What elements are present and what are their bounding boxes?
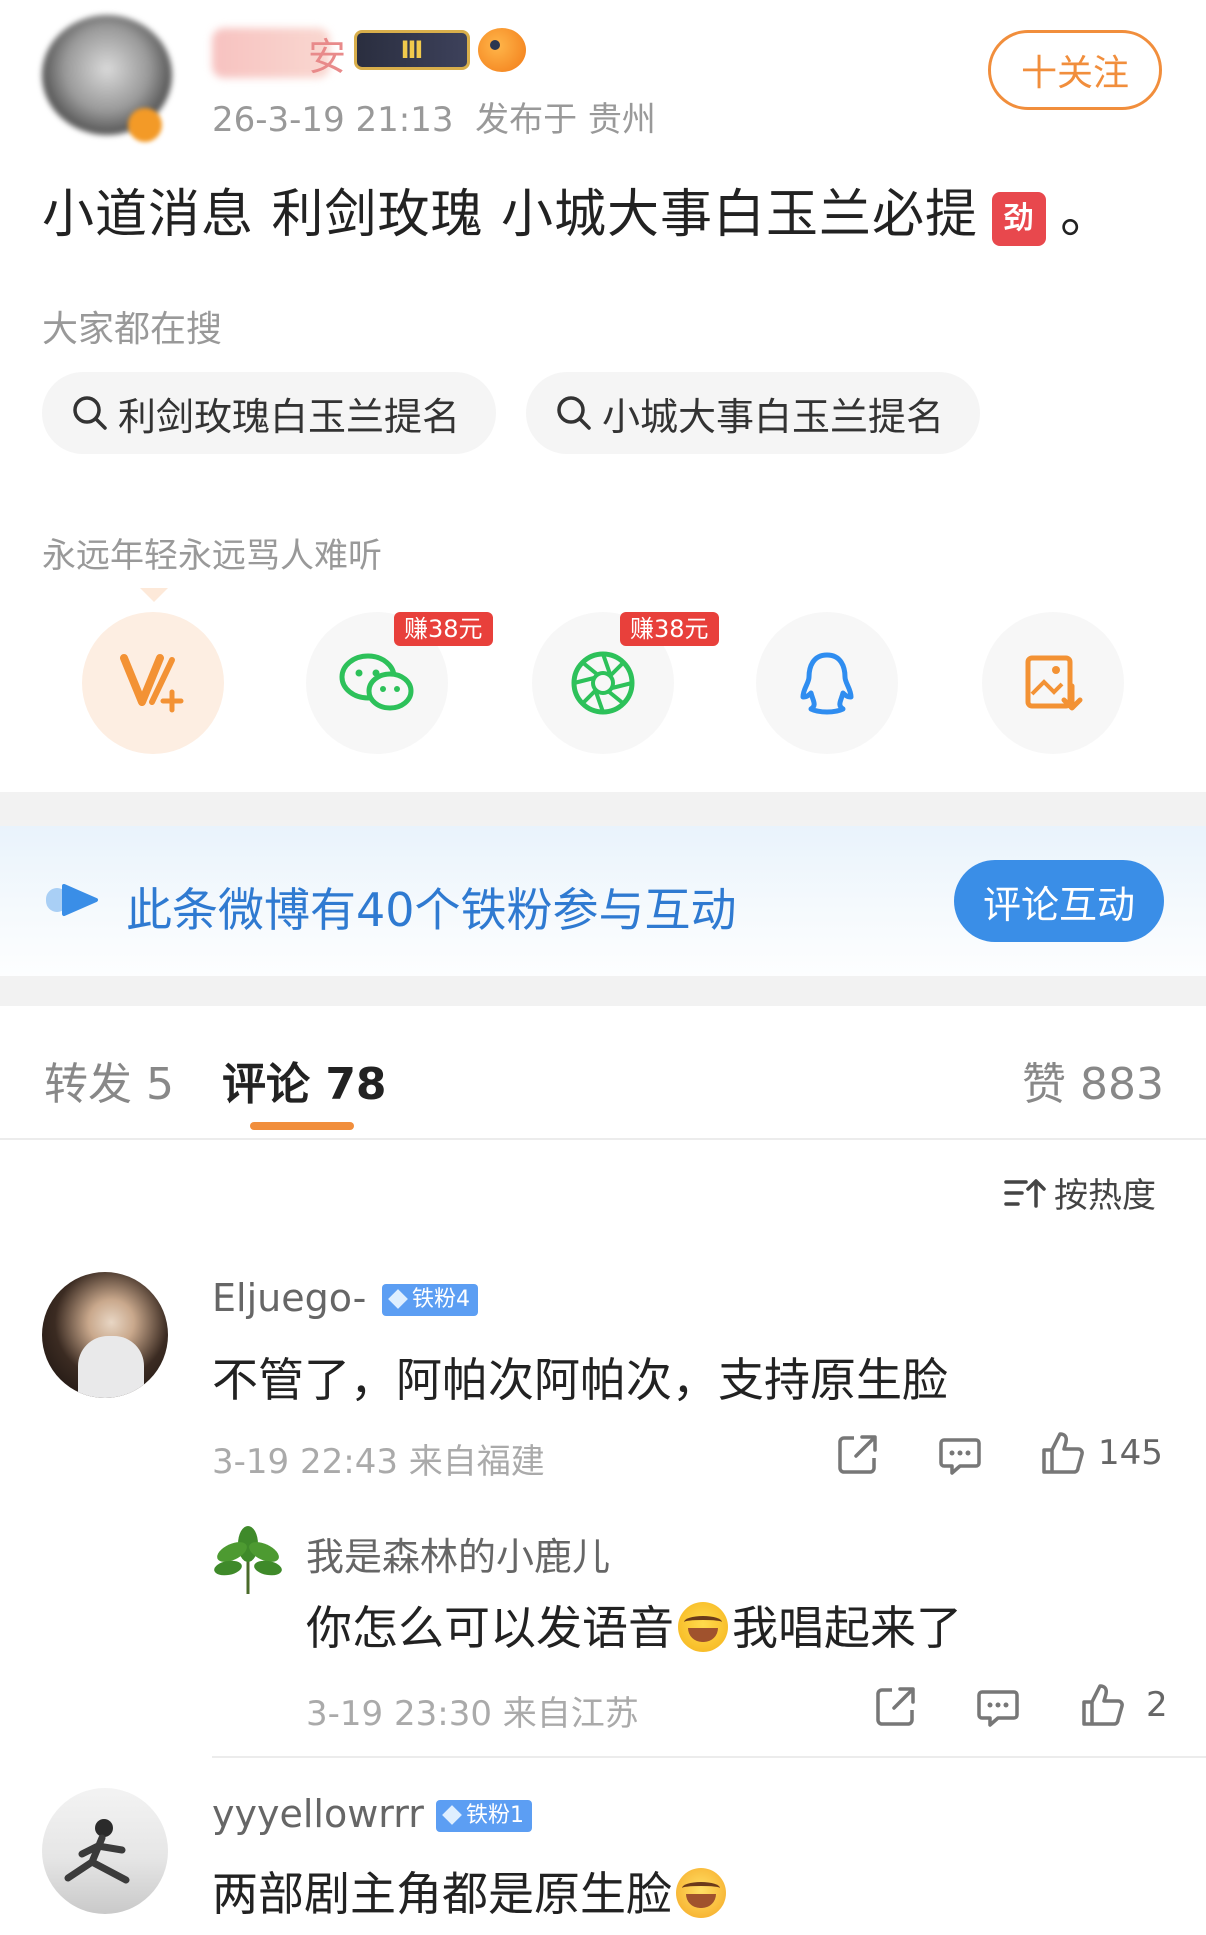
- section-divider: [0, 976, 1206, 1006]
- search-chip-label: 小城大事白玉兰提名: [602, 394, 945, 439]
- post-text: 小道消息 利剑玫瑰 小城大事白玉兰必提: [42, 185, 979, 245]
- post-body: 小道消息 利剑玫瑰 小城大事白玉兰必提劲。: [42, 172, 1113, 247]
- sort-button[interactable]: 按热度: [1004, 1168, 1156, 1217]
- scream-emoji-icon: [676, 1868, 726, 1918]
- tagline: 永远年轻永远骂人难听: [42, 536, 382, 576]
- comment-interact-button[interactable]: 评论互动: [954, 860, 1164, 942]
- sort-icon: [1004, 1178, 1046, 1208]
- tab-active-indicator: [250, 1122, 354, 1130]
- share-save-image[interactable]: [982, 612, 1124, 754]
- fish-badge-icon: [478, 28, 526, 72]
- search-chip-label: 利剑玫瑰白玉兰提名: [118, 394, 461, 439]
- like-count: 145: [1098, 1433, 1163, 1473]
- like-count: 2: [1146, 1685, 1168, 1725]
- search-chip-1[interactable]: 利剑玫瑰白玉兰提名: [42, 372, 497, 454]
- comment-text-part: 我唱起来了: [732, 1601, 962, 1655]
- crown-level-badge: Ⅲ: [354, 30, 470, 70]
- pointer-triangle: [140, 588, 168, 602]
- repost-button[interactable]: [836, 1432, 880, 1476]
- trending-search-title: 大家都在搜: [42, 309, 223, 350]
- post-time: 26-3-19 21:13: [212, 100, 454, 140]
- post-timestamp: 26-3-19 21:13 发布于 贵州: [212, 92, 656, 141]
- qq-icon: [800, 652, 854, 715]
- share-icon: [838, 1435, 877, 1474]
- fan-level-badge: 铁粉1: [436, 1800, 532, 1832]
- laugh-cry-emoji-icon: [678, 1602, 728, 1652]
- tab-repost[interactable]: 转发 5: [44, 1048, 174, 1112]
- comment-text-part: 两部剧主角都是原生脸: [212, 1867, 672, 1921]
- post-location: 发布于 贵州: [475, 100, 656, 140]
- author-name[interactable]: 安: [308, 26, 346, 81]
- reply-button[interactable]: [976, 1684, 1020, 1728]
- avatar-verified-badge: [128, 108, 162, 142]
- comment-divider: [212, 1756, 1206, 1758]
- tab-likes[interactable]: 赞 883: [1022, 1048, 1164, 1112]
- share-qq[interactable]: [756, 612, 898, 754]
- like-button[interactable]: 145: [1040, 1430, 1163, 1476]
- comment-text: 你怎么可以发语音 我唱起来了: [306, 1592, 962, 1658]
- commenter-avatar[interactable]: [210, 1522, 286, 1598]
- crown-level-text: Ⅲ: [400, 36, 424, 64]
- commenter-avatar[interactable]: [42, 1788, 168, 1914]
- wechat-icon: [339, 653, 414, 711]
- avatar-figure: [64, 1819, 130, 1884]
- reply-button[interactable]: [938, 1432, 982, 1476]
- commenter-name[interactable]: 我是森林的小鹿儿: [306, 1526, 610, 1581]
- repost-button[interactable]: [874, 1684, 918, 1728]
- fans-icon: [46, 884, 98, 916]
- moments-icon: [571, 651, 635, 715]
- earn-badge-moments: 赚38元: [620, 612, 719, 646]
- comment-text: 两部剧主角都是原生脸: [212, 1858, 730, 1924]
- thumbs-up-icon: [1082, 1684, 1124, 1726]
- tab-divider: [0, 1138, 1206, 1140]
- comment-icon: [939, 1438, 981, 1475]
- search-icon: [73, 396, 107, 430]
- share-icon: [876, 1687, 915, 1726]
- comment-text-part: 你怎么可以发语音: [306, 1601, 674, 1655]
- tab-comments[interactable]: 评论 78: [222, 1048, 387, 1112]
- commenter-name[interactable]: Eljuego-: [212, 1276, 366, 1320]
- fans-banner-text: 此条微博有40个铁粉参与互动: [126, 883, 737, 937]
- search-icon: [557, 396, 591, 430]
- section-divider: [0, 792, 1206, 826]
- commenter-name[interactable]: yyyellowrrr: [212, 1792, 424, 1836]
- save-image-icon: [1025, 655, 1083, 711]
- follow-button[interactable]: 十关注: [988, 30, 1162, 110]
- earn-badge-wechat: 赚38元: [394, 612, 493, 646]
- comment-icon: [977, 1690, 1019, 1727]
- like-button[interactable]: 2: [1080, 1682, 1168, 1728]
- rush-emoji-icon: 劲: [992, 192, 1047, 246]
- thumbs-up-icon: [1042, 1432, 1084, 1474]
- sort-label: 按热度: [1054, 1176, 1156, 1216]
- fan-level-badge: 铁粉4: [382, 1284, 478, 1316]
- post-text-end: 。: [1060, 185, 1114, 245]
- comment-text: 不管了，阿帕次阿帕次，支持原生脸: [212, 1353, 948, 1407]
- comment-meta: 3-19 22:43 来自福建: [212, 1442, 545, 1482]
- share-vplus[interactable]: [82, 612, 224, 754]
- commenter-avatar[interactable]: [42, 1272, 168, 1398]
- comment-meta: 3-19 23:30 来自江苏: [306, 1694, 639, 1734]
- search-chip-2[interactable]: 小城大事白玉兰提名: [526, 372, 981, 454]
- vplus-icon: [120, 654, 184, 713]
